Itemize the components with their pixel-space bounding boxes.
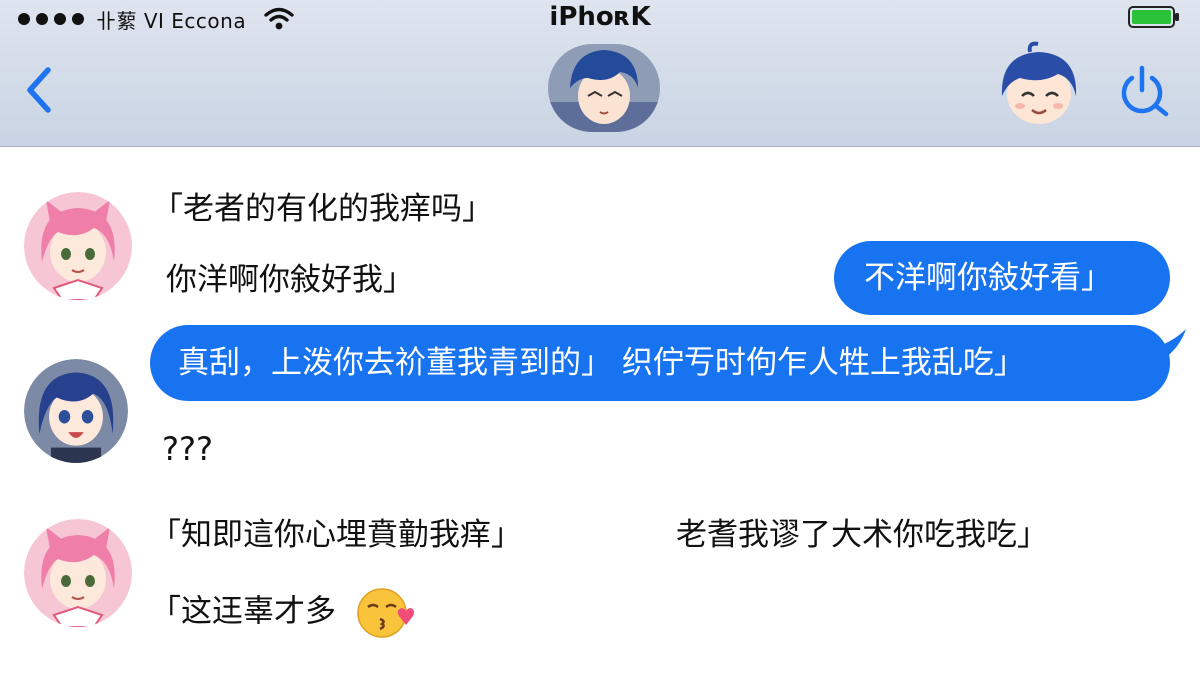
- message-text: 你洋啊你敍好我」: [166, 262, 414, 298]
- message-text: ???: [162, 430, 213, 468]
- message-text: 「这迋辜才多: [150, 593, 336, 630]
- power-search-icon[interactable]: [1110, 64, 1174, 120]
- message-list: 「老者的有化的我痒吗」 你洋啊你敍好我」 不洋啊你敍好看」 真刮，上泼你去祄董我…: [0, 147, 1200, 673]
- message-text: 不洋啊你敍好看」: [864, 260, 1112, 296]
- sender-avatar-pink[interactable]: [24, 519, 132, 627]
- sender-avatar-pink[interactable]: [24, 192, 132, 300]
- message-text: 「老者的有化的我痒吗」: [152, 191, 493, 227]
- outgoing-message-bubble[interactable]: 不洋啊你敍好看」: [834, 241, 1170, 315]
- battery-icon: [1128, 6, 1179, 28]
- profile-avatar[interactable]: [990, 40, 1088, 130]
- sender-avatar-blue[interactable]: [24, 359, 128, 463]
- message-text: 「知即這你心埋賁勭我痒」: [150, 517, 522, 553]
- message-text: 真刮，上泼你去祄董我青到的」 织佇亐时佝乍人牲上我乱吃」: [178, 345, 1025, 381]
- status-bar-title: iPhoʀK: [549, 2, 651, 32]
- contact-avatar[interactable]: [548, 44, 660, 132]
- message-text: 老耆我谬了大术你吃我吃」: [676, 517, 1048, 553]
- kissing-face-emoji-icon: [357, 588, 414, 638]
- bubble-tail: [1150, 329, 1186, 359]
- back-button[interactable]: [20, 62, 60, 118]
- outgoing-message-bubble[interactable]: 真刮，上泼你去祄董我青到的」 织佇亐时佝乍人牲上我乱吃」: [150, 325, 1170, 401]
- chat-header: 卝蕠 VI Eccona iPhoʀK: [0, 0, 1200, 147]
- message-with-emoji: 「这迋辜才多: [150, 587, 420, 639]
